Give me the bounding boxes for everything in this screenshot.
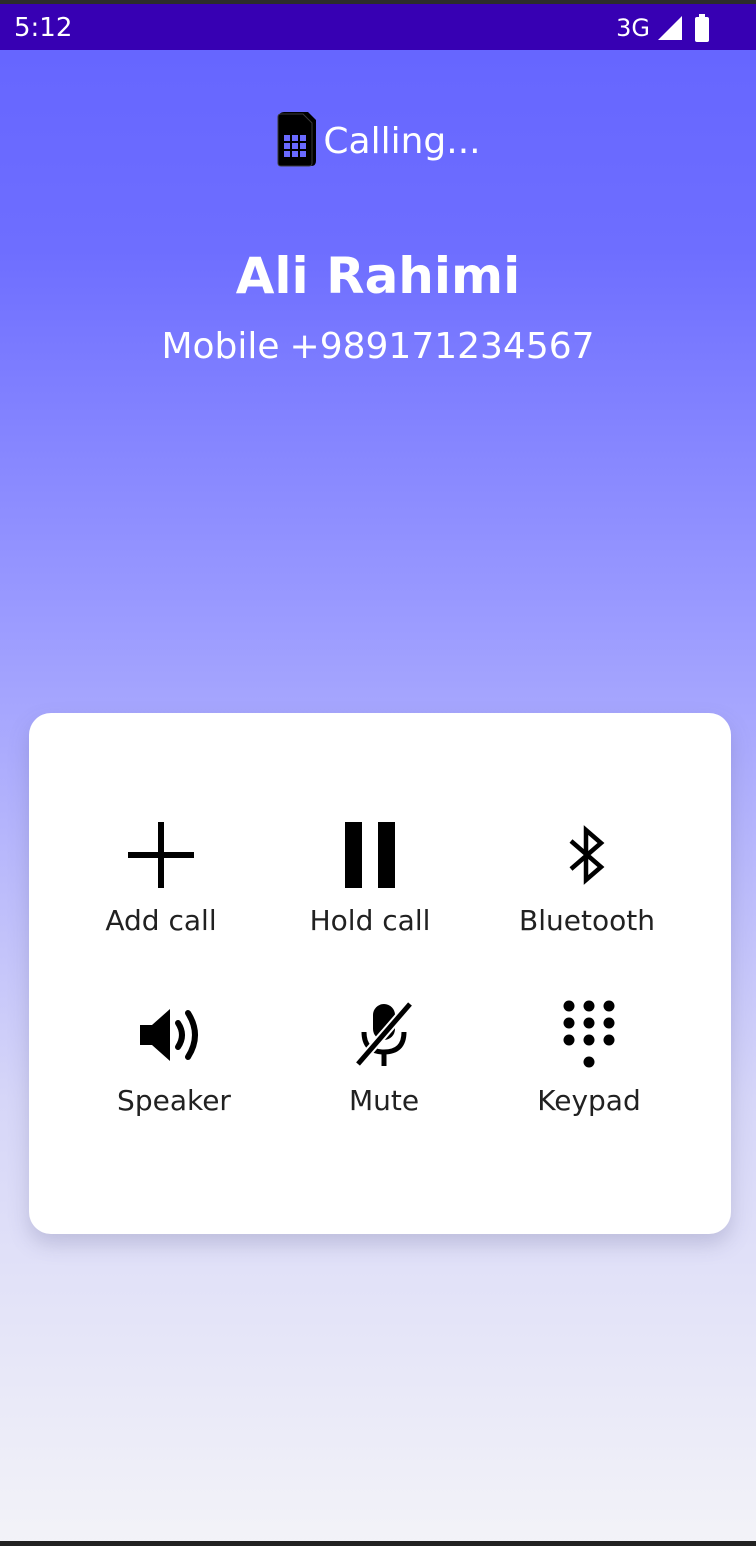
add-call-label: Add call: [105, 904, 217, 937]
mute-button[interactable]: Mute: [284, 997, 484, 1137]
hold-call-label: Hold call: [309, 904, 431, 937]
battery-icon: [694, 14, 710, 42]
keypad-button[interactable]: Keypad: [489, 997, 689, 1137]
call-controls-card: Add call Hold call Bluetooth Speaker Mut…: [29, 713, 731, 1234]
status-time: 5:12: [14, 13, 73, 43]
call-status-row: Calling...: [0, 110, 756, 172]
speaker-label: Speaker: [117, 1084, 231, 1117]
network-type: 3G: [616, 14, 650, 42]
bluetooth-icon: [567, 817, 607, 893]
bluetooth-button[interactable]: Bluetooth: [487, 817, 687, 957]
hold-call-button[interactable]: Hold call: [270, 817, 470, 957]
status-bar: 5:12 3G: [0, 0, 756, 50]
call-status-text: Calling...: [323, 120, 481, 162]
add-icon: [126, 817, 196, 893]
mute-label: Mute: [348, 1084, 420, 1117]
sim-card-icon: [275, 111, 317, 171]
mic-off-icon: [352, 997, 416, 1073]
bottom-edge: [0, 1541, 756, 1546]
add-call-button[interactable]: Add call: [61, 817, 261, 957]
speaker-button[interactable]: Speaker: [74, 997, 274, 1137]
bluetooth-label: Bluetooth: [519, 904, 655, 937]
signal-icon: [656, 15, 684, 41]
contact-name: Ali Rahimi: [235, 247, 521, 305]
phone-number: +989171234567: [289, 326, 595, 367]
dialpad-icon: [563, 997, 615, 1073]
number-type-label: Mobile: [161, 326, 280, 367]
pause-icon: [345, 817, 395, 893]
keypad-label: Keypad: [537, 1084, 641, 1117]
contact-number-row: Mobile +989171234567: [0, 322, 756, 372]
speaker-icon: [138, 997, 210, 1073]
status-indicators: 3G: [616, 12, 710, 44]
